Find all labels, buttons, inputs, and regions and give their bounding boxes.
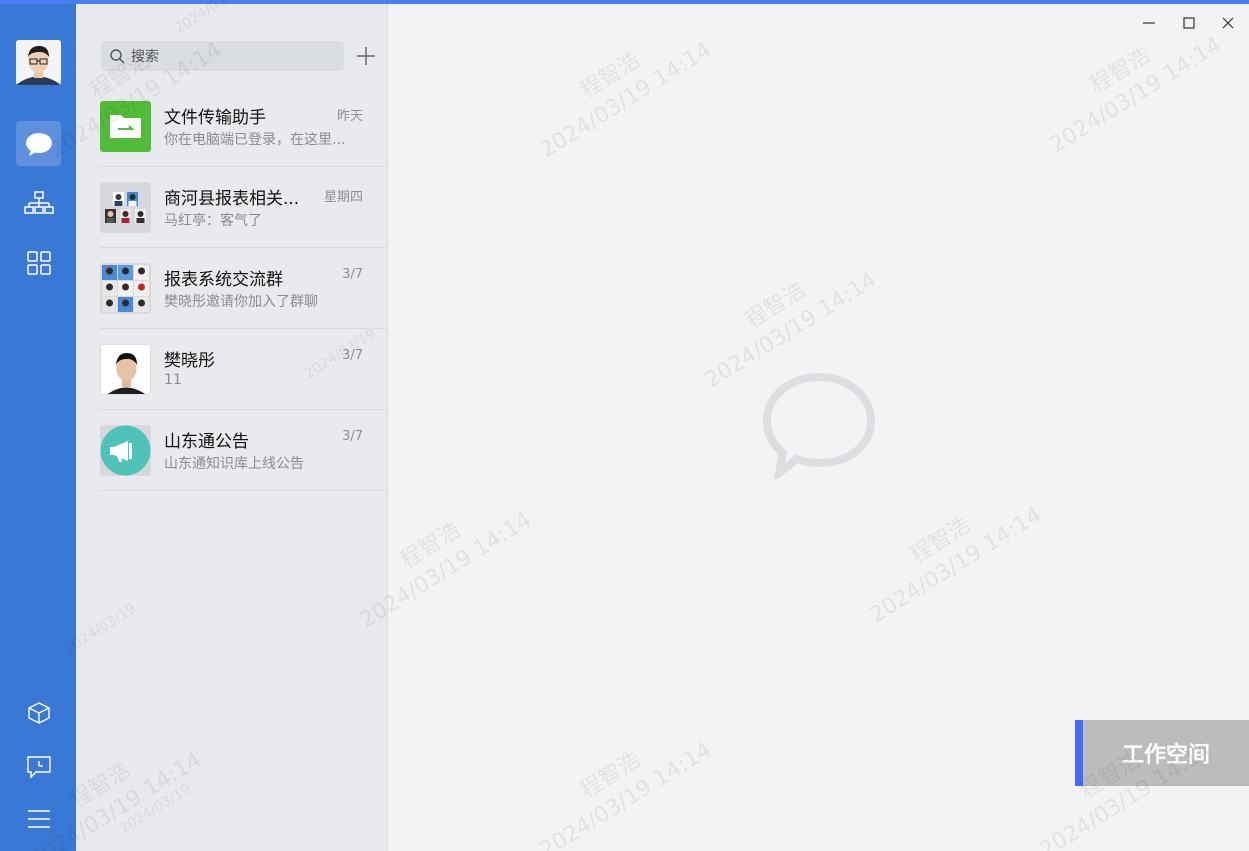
nav-box-button[interactable] (16, 690, 61, 735)
conversation-time: 3/7 (342, 348, 363, 363)
maximize-icon (1183, 17, 1195, 29)
cube-icon (27, 701, 50, 724)
conversation-preview: 樊晓彤邀请你加入了群聊 (164, 294, 318, 310)
window-accent-line (0, 0, 1249, 4)
add-button[interactable] (355, 45, 377, 67)
search-placeholder: 搜索 (131, 49, 159, 65)
nav-menu-button[interactable] (16, 796, 61, 841)
conversation-preview: 山东通知识库上线公告 (164, 456, 304, 472)
left-nav (0, 4, 76, 851)
nav-chat-button[interactable] (16, 121, 61, 166)
org-chart-icon (23, 190, 54, 214)
group-avatar (100, 182, 151, 233)
conversation-time: 3/7 (342, 267, 363, 282)
conversation-name: 报表系统交流群 (164, 270, 283, 290)
main-panel: 工作空间 (389, 4, 1249, 851)
close-icon (1222, 17, 1234, 29)
hamburger-menu-icon (27, 809, 50, 828)
conversation-name: 商河县报表相关... (164, 189, 300, 209)
conversation-name: 山东通公告 (164, 432, 249, 452)
nav-feedback-button[interactable] (16, 744, 61, 789)
user-avatar[interactable] (16, 40, 61, 85)
conversation-item[interactable]: 樊晓彤 3/7 11 (100, 329, 388, 410)
conversation-item[interactable]: 商河县报表相关... 星期四 马红亭：客气了 (100, 167, 388, 248)
conversation-time: 3/7 (342, 429, 363, 444)
nav-apps-button[interactable] (16, 240, 61, 285)
search-input[interactable]: 搜索 (101, 41, 344, 71)
plus-icon (357, 47, 375, 65)
chat-icon (25, 132, 52, 156)
contact-avatar (100, 344, 151, 395)
workspace-accent-bar (1075, 720, 1083, 786)
nav-contacts-button[interactable] (16, 180, 61, 225)
empty-chat-icon (759, 369, 879, 483)
megaphone-icon (100, 425, 151, 476)
maximize-button[interactable] (1174, 10, 1204, 36)
folder-icon (110, 115, 141, 138)
conversation-item[interactable]: 报表系统交流群 3/7 樊晓彤邀请你加入了群聊 (100, 248, 388, 329)
conversation-preview: 11 (164, 372, 182, 388)
conversation-time: 昨天 (336, 109, 363, 124)
conversation-list-panel: 搜索 文件传输助手 昨天 你在电脑端已登录，在这里... 商河县报表相关... … (76, 4, 388, 851)
conversation-item[interactable]: 文件传输助手 昨天 你在电脑端已登录，在这里... (100, 86, 388, 167)
workspace-button[interactable]: 工作空间 (1075, 720, 1249, 786)
workspace-label: 工作空间 (1121, 743, 1210, 768)
conversation-time: 星期四 (323, 190, 363, 205)
conversation-name: 文件传输助手 (164, 108, 266, 128)
conversation-preview: 你在电脑端已登录，在这里... (164, 132, 346, 148)
grid-apps-icon (26, 250, 51, 275)
conversation-item[interactable]: 山东通公告 3/7 山东通知识库上线公告 (100, 410, 388, 491)
search-icon (110, 48, 125, 64)
minimize-icon (1143, 22, 1155, 24)
conversation-name: 樊晓彤 (164, 351, 215, 371)
file-transfer-avatar (100, 101, 151, 152)
group-avatar (100, 263, 151, 314)
notice-avatar (100, 425, 151, 476)
close-button[interactable] (1213, 10, 1243, 36)
minimize-button[interactable] (1134, 10, 1164, 36)
message-clock-icon (26, 755, 51, 779)
conversation-preview: 马红亭：客气了 (164, 213, 262, 229)
